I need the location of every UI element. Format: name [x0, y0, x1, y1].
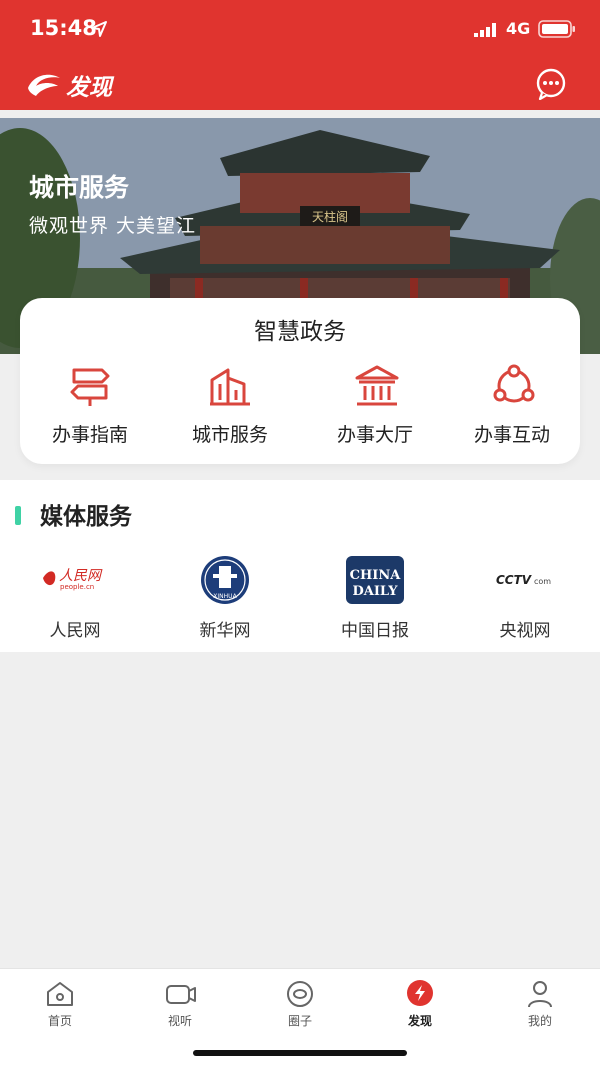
- svg-text:XINHUA: XINHUA: [213, 593, 237, 600]
- status-time: 15:48: [30, 16, 97, 40]
- profile-icon: [528, 981, 552, 1008]
- xinhua-logo: XINHUA: [201, 556, 249, 604]
- tab-label: 首页: [47, 1014, 72, 1028]
- gov-item-interaction[interactable]: 办事互动: [442, 364, 582, 454]
- media-item-label: 中国日报: [341, 621, 409, 641]
- svg-text:DAILY: DAILY: [352, 584, 398, 599]
- cctv-logo: CCTV com: [496, 573, 551, 587]
- page-title: 发现: [66, 75, 112, 101]
- gov-item-city[interactable]: 城市服务: [160, 364, 300, 454]
- battery-icon: [538, 20, 575, 38]
- media-item-people[interactable]: 人民网 people.cn 人民网: [0, 558, 150, 642]
- svg-text:people.cn: people.cn: [60, 583, 94, 591]
- tab-circle[interactable]: 圈子: [240, 975, 360, 1035]
- tab-label: 圈子: [287, 1014, 312, 1028]
- hall-icon: [355, 365, 399, 406]
- signal-icon: [474, 23, 496, 37]
- gov-services-card: 智慧政务 办事指南 城市服务 办事大厅 办事互动: [20, 298, 580, 464]
- tab-home[interactable]: 首页: [0, 975, 120, 1035]
- message-icon[interactable]: [534, 68, 568, 100]
- app-logo-icon: [28, 74, 60, 96]
- video-icon: [166, 985, 196, 1004]
- media-item-chinadaily[interactable]: CHINA DAILY 中国日报: [300, 556, 450, 642]
- tab-label: 我的: [527, 1014, 552, 1028]
- media-item-label: 央视网: [499, 621, 551, 641]
- tab-discover[interactable]: 发现: [360, 975, 480, 1035]
- gov-item-label: 办事互动: [473, 424, 550, 446]
- tab-video[interactable]: 视听: [120, 975, 240, 1035]
- china-daily-logo: CHINA DAILY: [346, 556, 404, 604]
- media-item-xinhua[interactable]: XINHUA 新华网: [150, 556, 300, 642]
- svg-text:com: com: [534, 577, 551, 586]
- gov-item-label: 办事大厅: [336, 424, 413, 446]
- home-icon: [47, 982, 73, 1006]
- home-indicator[interactable]: [193, 1050, 407, 1056]
- media-item-label: 人民网: [49, 621, 101, 641]
- media-item-label: 新华网: [199, 621, 251, 641]
- media-services-section: 媒体服务 人民网 people.cn 人民网 XINHUA 新华网 CHINA …: [0, 480, 600, 652]
- building-icon: [210, 368, 250, 406]
- card-title: 智慧政务: [254, 319, 346, 345]
- gov-item-hall[interactable]: 办事大厅: [305, 364, 445, 454]
- gov-item-label: 办事指南: [51, 424, 128, 446]
- signpost-icon: [70, 368, 110, 406]
- app-header: 发现: [0, 58, 600, 110]
- gov-item-label: 城市服务: [191, 424, 268, 446]
- tab-profile[interactable]: 我的: [480, 975, 600, 1035]
- network-type: 4G: [506, 19, 531, 38]
- tab-label: 视听: [167, 1014, 192, 1028]
- people-daily-logo: 人民网 people.cn: [43, 568, 103, 591]
- svg-text:人民网: 人民网: [59, 568, 103, 584]
- svg-text:CHINA: CHINA: [350, 568, 402, 583]
- banner-title: 城市服务: [29, 173, 130, 202]
- svg-text:CCTV: CCTV: [496, 573, 533, 587]
- banner-subtitle: 微观世界 大美望江: [29, 215, 197, 237]
- interaction-icon: [493, 364, 535, 403]
- media-item-cctv[interactable]: CCTV com 央视网: [450, 558, 600, 642]
- pavilion-sign: 天柱阁: [312, 209, 348, 224]
- circle-icon: [287, 981, 313, 1007]
- section-title: 媒体服务: [40, 504, 132, 530]
- status-bar: 15:48 4G: [0, 0, 600, 58]
- section-accent-bar: [15, 506, 21, 525]
- gov-item-guide[interactable]: 办事指南: [20, 364, 160, 454]
- location-arrow-icon: [91, 21, 107, 37]
- tab-label: 发现: [407, 1014, 432, 1028]
- discover-icon: [407, 980, 433, 1006]
